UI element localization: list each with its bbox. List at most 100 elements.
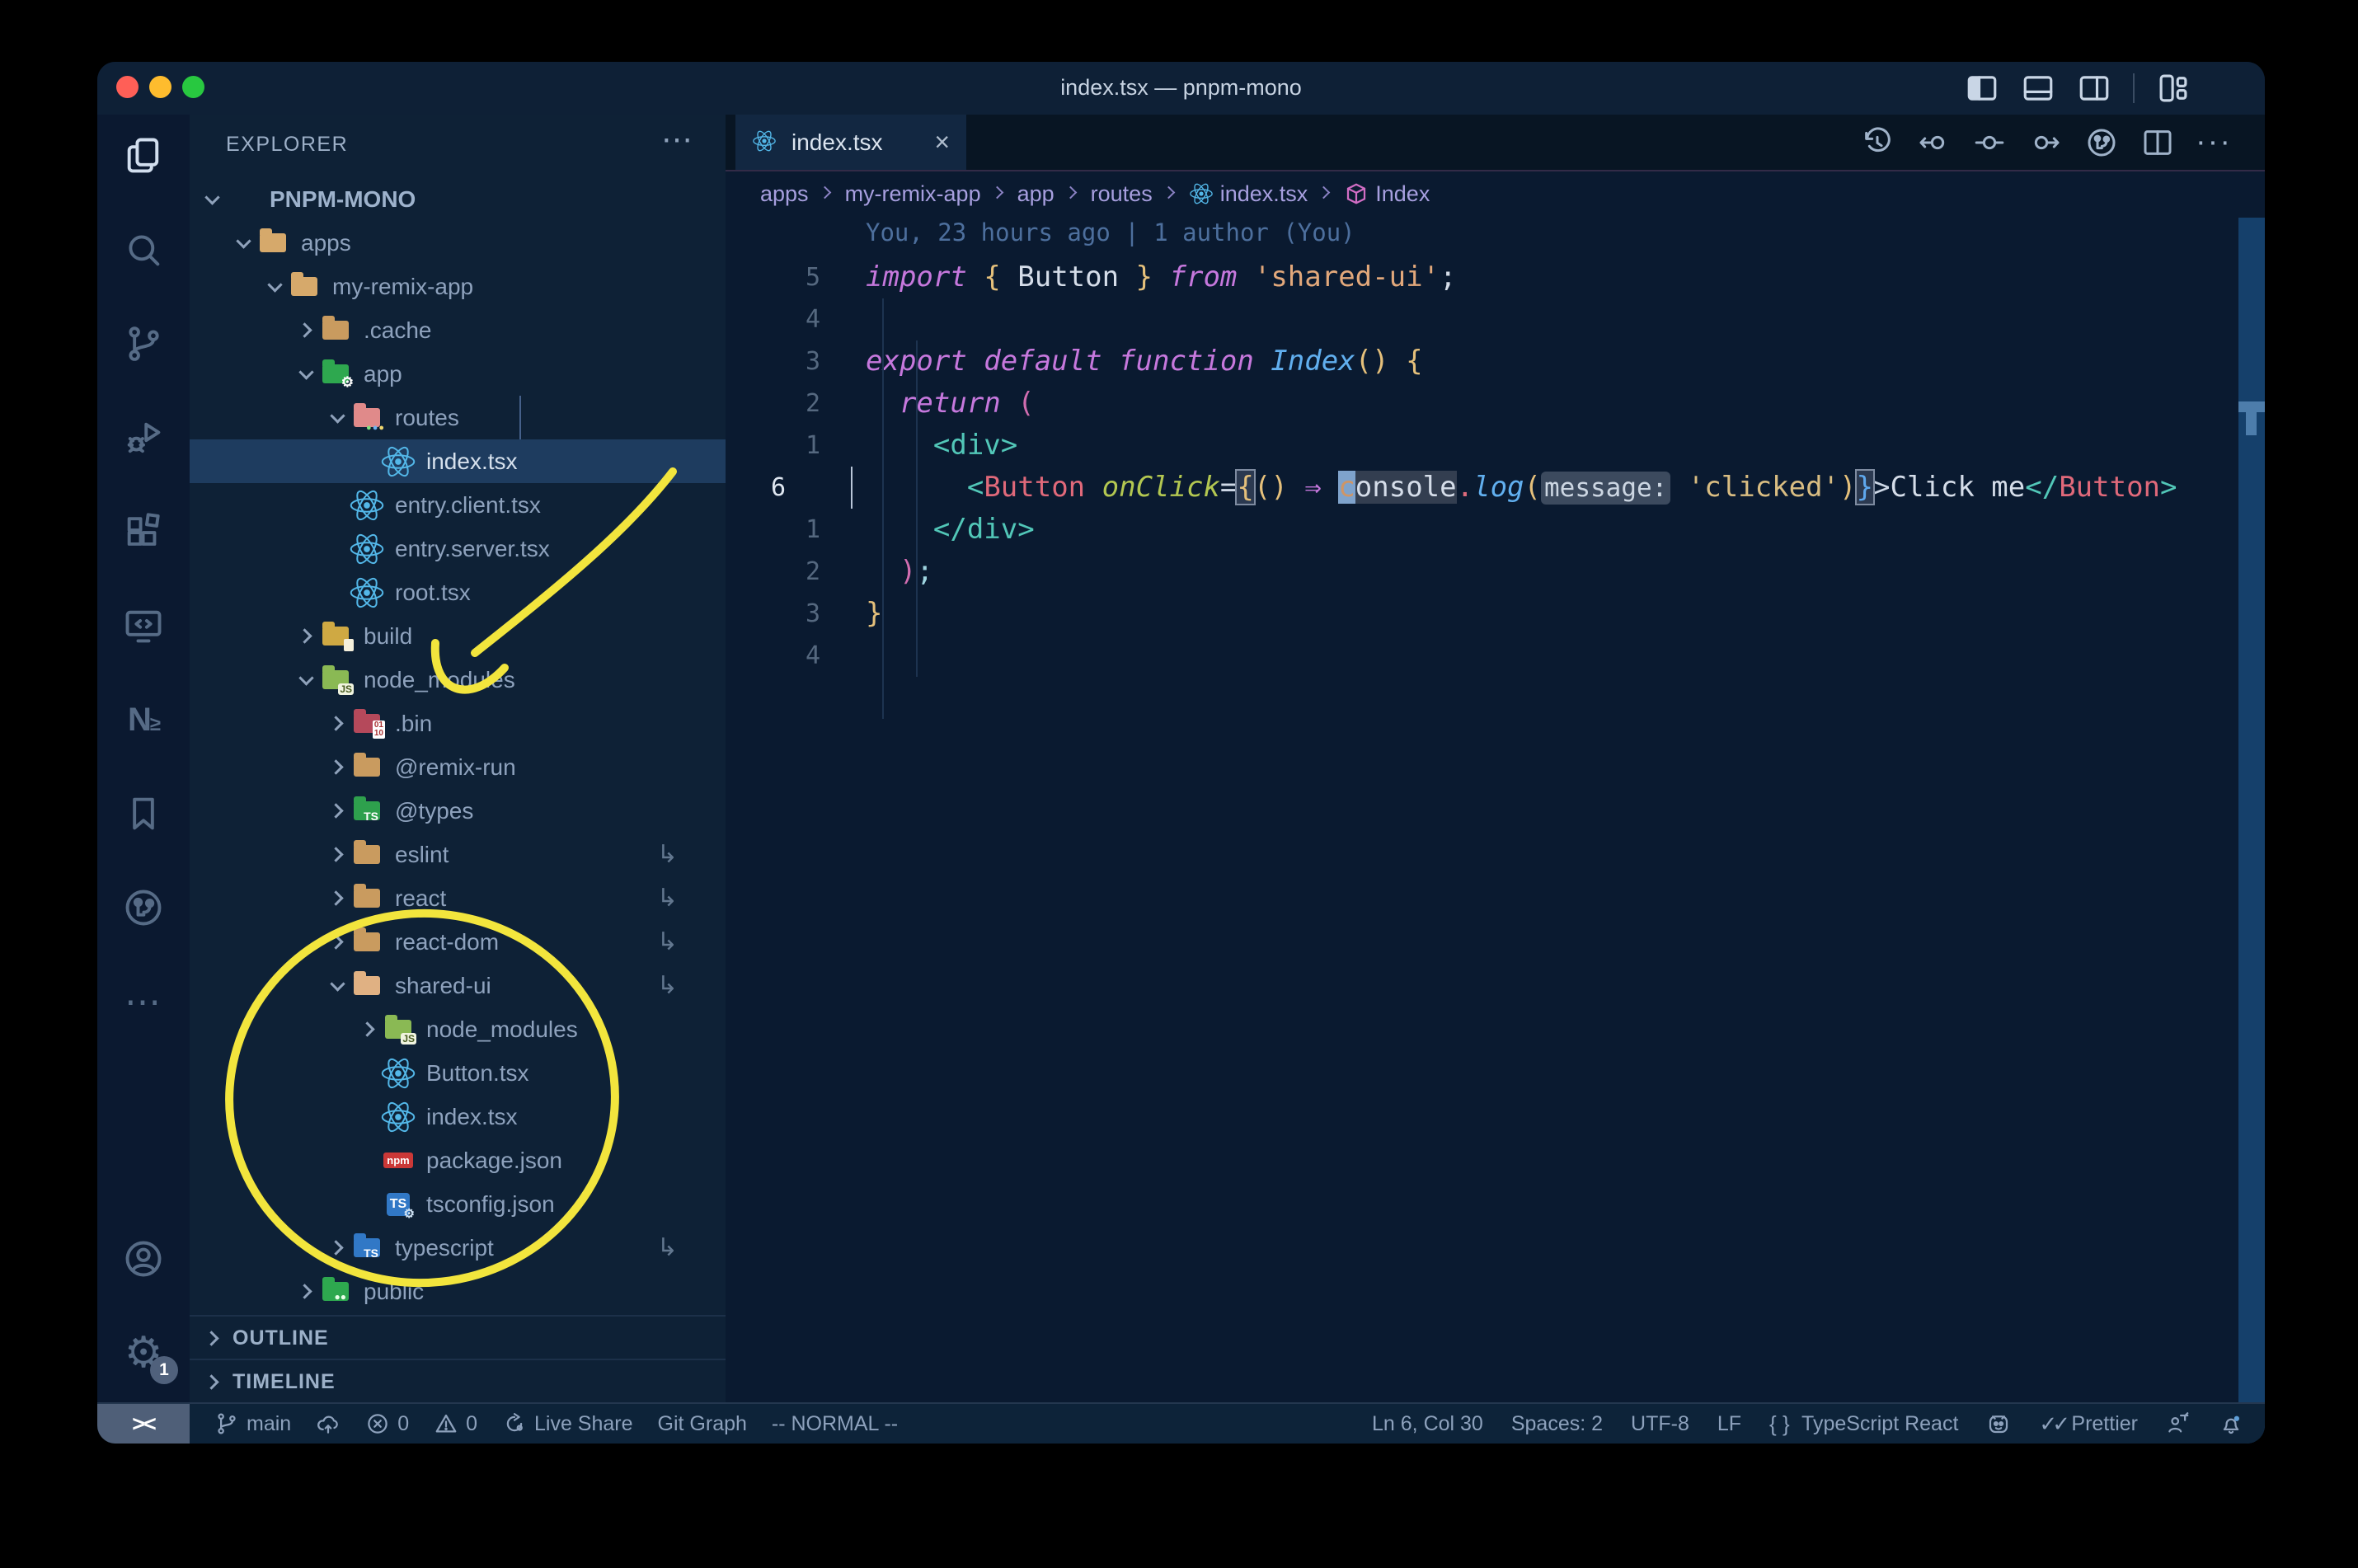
tree-item-react-dom[interactable]: react-dom ↳: [190, 920, 726, 964]
code-line-5[interactable]: <div>: [866, 425, 1017, 467]
chevron-right-icon[interactable]: [359, 1019, 380, 1040]
status-git-branch[interactable]: main: [214, 1411, 291, 1436]
breadcrumb-routes[interactable]: routes: [1091, 181, 1153, 207]
chevron-right-icon[interactable]: [327, 713, 349, 735]
customize-layout-button[interactable]: [2156, 72, 2191, 105]
timeline-section-header[interactable]: TIMELINE: [190, 1359, 726, 1404]
tree-item-my-remix-app[interactable]: my-remix-app: [190, 265, 726, 308]
status-feedback[interactable]: [2166, 1411, 2191, 1436]
activity-settings[interactable]: ⚙ 1: [97, 1313, 190, 1392]
chevron-down-icon[interactable]: [202, 189, 223, 210]
activity-remote-explorer[interactable]: [97, 586, 190, 665]
close-tab-icon[interactable]: ×: [934, 127, 950, 157]
outline-section-header[interactable]: OUTLINE: [190, 1315, 726, 1360]
tree-item-index.tsx[interactable]: index.tsx: [190, 439, 726, 483]
status-errors[interactable]: 0: [365, 1411, 409, 1436]
tree-item-package.json[interactable]: npm package.json: [190, 1138, 726, 1182]
split-editor-icon[interactable]: [2140, 124, 2176, 161]
chevron-right-icon[interactable]: [327, 757, 349, 778]
activity-account[interactable]: [97, 1219, 190, 1298]
tree-item-build[interactable]: build: [190, 614, 726, 658]
status-warnings[interactable]: 0: [434, 1411, 477, 1436]
tree-item-eslint[interactable]: eslint ↳: [190, 833, 726, 876]
status-cursor-position[interactable]: Ln 6, Col 30: [1372, 1412, 1483, 1436]
tree-item-pnpm-mono[interactable]: PNPM-MONO: [190, 177, 726, 221]
timeline-history-icon[interactable]: [1859, 124, 1895, 161]
next-change-icon[interactable]: [2027, 124, 2064, 161]
chevron-down-icon[interactable]: [233, 232, 255, 254]
chevron-right-icon[interactable]: [296, 1281, 317, 1303]
chevron-down-icon[interactable]: [296, 669, 317, 691]
chevron-right-icon[interactable]: [327, 800, 349, 822]
chevron-right-icon[interactable]: [327, 844, 349, 866]
code-area[interactable]: You, 23 hours ago | 1 author (You) 5 impo…: [726, 218, 2265, 1444]
code-line-4[interactable]: return (: [866, 383, 1035, 425]
chevron-right-icon[interactable]: [296, 626, 317, 647]
tree-item-typescript[interactable]: TS typescript ↳: [190, 1226, 726, 1270]
status-language-mode[interactable]: { } TypeScript React: [1769, 1411, 1958, 1436]
tree-item-node_modules[interactable]: JS node_modules: [190, 658, 726, 702]
breadcrumb-index[interactable]: Index: [1344, 181, 1430, 207]
sidebar-more-actions-icon[interactable]: ⋯: [661, 121, 693, 158]
status-vim-mode[interactable]: -- NORMAL --: [772, 1412, 898, 1436]
status-encoding[interactable]: UTF-8: [1631, 1412, 1689, 1436]
code-line-7[interactable]: </div>: [866, 509, 1035, 551]
breadcrumb-index.tsx[interactable]: index.tsx: [1189, 181, 1308, 207]
chevron-right-icon[interactable]: [327, 1237, 349, 1259]
chevron-down-icon[interactable]: [327, 407, 349, 429]
breadcrumb-app[interactable]: app: [1017, 181, 1055, 207]
current-change-icon[interactable]: [1971, 124, 2008, 161]
status-github[interactable]: [1986, 1411, 2011, 1436]
toggle-primary-sidebar-button[interactable]: [1965, 72, 1999, 105]
toggle-panel-button[interactable]: [2021, 72, 2055, 105]
tree-item-node_modules[interactable]: JS node_modules: [190, 1007, 726, 1051]
tree-item-root.tsx[interactable]: root.tsx: [190, 570, 726, 614]
activity-extensions[interactable]: [97, 492, 190, 571]
code-line-8[interactable]: );: [866, 551, 933, 593]
code-line-6[interactable]: <Button onClick={() ⇒ console.log(messag…: [866, 467, 2177, 509]
activity-run-debug[interactable]: [97, 398, 190, 477]
chevron-right-icon[interactable]: [327, 888, 349, 909]
activity-git-graph[interactable]: [97, 868, 190, 947]
activity-explorer[interactable]: [97, 116, 190, 195]
previous-change-icon[interactable]: [1915, 124, 1952, 161]
status-indentation[interactable]: Spaces: 2: [1511, 1412, 1603, 1436]
status-sync-changes[interactable]: [316, 1411, 341, 1436]
tree-item-entry.server.tsx[interactable]: entry.server.tsx: [190, 527, 726, 570]
chevron-down-icon[interactable]: [265, 276, 286, 298]
git-graph-view-icon[interactable]: [2083, 124, 2120, 161]
chevron-right-icon[interactable]: [296, 320, 317, 341]
status-eol[interactable]: LF: [1717, 1412, 1741, 1436]
tree-item-react[interactable]: react ↳: [190, 876, 726, 920]
activity-nx-console[interactable]: N≥: [97, 680, 190, 759]
more-actions-icon[interactable]: ···: [2196, 124, 2232, 161]
status-prettier[interactable]: ✓✓ Prettier: [2039, 1411, 2138, 1436]
tree-item-.cache[interactable]: .cache: [190, 308, 726, 352]
tree-item-app[interactable]: ⚙ app: [190, 352, 726, 396]
tree-item-apps[interactable]: apps: [190, 221, 726, 265]
tree-item-tsconfig.json[interactable]: TS ⚙ tsconfig.json: [190, 1182, 726, 1226]
breadcrumb-apps[interactable]: apps: [760, 181, 809, 207]
code-line-3[interactable]: export default function Index() {: [866, 340, 1423, 383]
chevron-down-icon[interactable]: [327, 975, 349, 997]
activity-search[interactable]: [97, 210, 190, 289]
breadcrumb-my-remix-app[interactable]: my-remix-app: [845, 181, 981, 207]
chevron-down-icon[interactable]: [296, 364, 317, 385]
status-git-graph[interactable]: Git Graph: [658, 1412, 747, 1436]
status-notifications[interactable]: [2219, 1411, 2243, 1436]
tree-item-shared-ui[interactable]: shared-ui ↳: [190, 964, 726, 1007]
code-line-1[interactable]: import { Button } from 'shared-ui';: [866, 256, 1457, 298]
status-live-share[interactable]: Live Share: [502, 1411, 633, 1436]
activity-more-views[interactable]: ⋯: [97, 962, 190, 1041]
tab-index-tsx[interactable]: index.tsx ×: [735, 115, 966, 170]
activity-source-control[interactable]: [97, 304, 190, 383]
code-line-9[interactable]: }: [866, 593, 882, 635]
remote-indicator[interactable]: ><: [97, 1404, 190, 1444]
tree-item-button.tsx[interactable]: Button.tsx: [190, 1051, 726, 1095]
tree-item-@types[interactable]: TS @types: [190, 789, 726, 833]
toggle-secondary-sidebar-button[interactable]: [2077, 72, 2111, 105]
tree-item-.bin[interactable]: 01 10 .bin: [190, 702, 726, 745]
tree-item-public[interactable]: ●● public: [190, 1270, 726, 1313]
tree-item-@remix-run[interactable]: @remix-run: [190, 745, 726, 789]
tree-item-entry.client.tsx[interactable]: entry.client.tsx: [190, 483, 726, 527]
